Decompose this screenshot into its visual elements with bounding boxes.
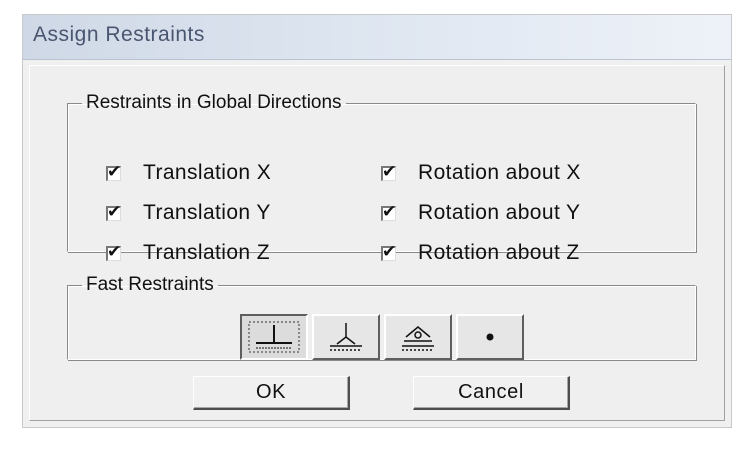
translation-z-checkbox-row[interactable]: ✔ Translation Z bbox=[106, 239, 270, 267]
fast-restraints-toolbar bbox=[240, 314, 524, 360]
ok-button[interactable]: OK bbox=[193, 376, 350, 410]
rotation-y-label[interactable]: Rotation about Y bbox=[418, 201, 580, 225]
check-mark-icon: ✔ bbox=[107, 161, 122, 181]
window-title: Assign Restraints bbox=[33, 23, 205, 46]
translation-z-checkbox[interactable]: ✔ bbox=[106, 242, 121, 261]
roller-support-icon bbox=[402, 326, 434, 351]
group-legend-directions: Restraints in Global Directions bbox=[86, 92, 342, 113]
rotation-y-checkbox-row[interactable]: ✔ Rotation about Y bbox=[381, 199, 580, 227]
rotation-y-checkbox[interactable]: ✔ bbox=[381, 202, 396, 221]
translation-y-label[interactable]: Translation Y bbox=[143, 201, 271, 225]
dialog-body: Restraints in Global Directions ✔ Transl… bbox=[29, 65, 725, 421]
title-bar[interactable]: Assign Restraints bbox=[23, 15, 731, 60]
rotation-z-checkbox-row[interactable]: ✔ Rotation about Z bbox=[381, 239, 580, 267]
pinned-support-icon bbox=[330, 323, 362, 351]
translation-y-checkbox[interactable]: ✔ bbox=[106, 202, 121, 221]
rotation-x-checkbox-row[interactable]: ✔ Rotation about X bbox=[381, 159, 581, 187]
check-mark-icon: ✔ bbox=[107, 241, 122, 261]
translation-x-checkbox[interactable]: ✔ bbox=[106, 162, 121, 181]
rotation-z-label[interactable]: Rotation about Z bbox=[418, 241, 580, 265]
assign-restraints-dialog: Assign Restraints Restraints in Global D… bbox=[22, 14, 732, 428]
free-node-button[interactable] bbox=[456, 314, 524, 360]
check-mark-icon: ✔ bbox=[382, 161, 397, 181]
roller-support-button[interactable] bbox=[384, 314, 452, 360]
check-mark-icon: ✔ bbox=[382, 201, 397, 221]
translation-y-checkbox-row[interactable]: ✔ Translation Y bbox=[106, 199, 271, 227]
translation-x-checkbox-row[interactable]: ✔ Translation X bbox=[106, 159, 271, 187]
pinned-support-button[interactable] bbox=[312, 314, 380, 360]
check-mark-icon: ✔ bbox=[107, 201, 122, 221]
cancel-button[interactable]: Cancel bbox=[413, 376, 570, 410]
check-mark-icon: ✔ bbox=[382, 241, 397, 261]
rotation-x-checkbox[interactable]: ✔ bbox=[381, 162, 396, 181]
free-node-icon bbox=[486, 333, 494, 341]
rotation-z-checkbox[interactable]: ✔ bbox=[381, 242, 396, 261]
fixed-support-button[interactable] bbox=[240, 314, 308, 360]
fixed-support-icon bbox=[248, 321, 300, 353]
group-legend-fast: Fast Restraints bbox=[86, 274, 214, 295]
fast-restraints-group: Fast Restraints bbox=[67, 274, 696, 360]
rotation-x-label[interactable]: Rotation about X bbox=[418, 161, 581, 185]
translation-z-label[interactable]: Translation Z bbox=[143, 241, 270, 265]
translation-x-label[interactable]: Translation X bbox=[143, 161, 271, 185]
restraints-global-directions-group: Restraints in Global Directions ✔ Transl… bbox=[67, 92, 696, 264]
